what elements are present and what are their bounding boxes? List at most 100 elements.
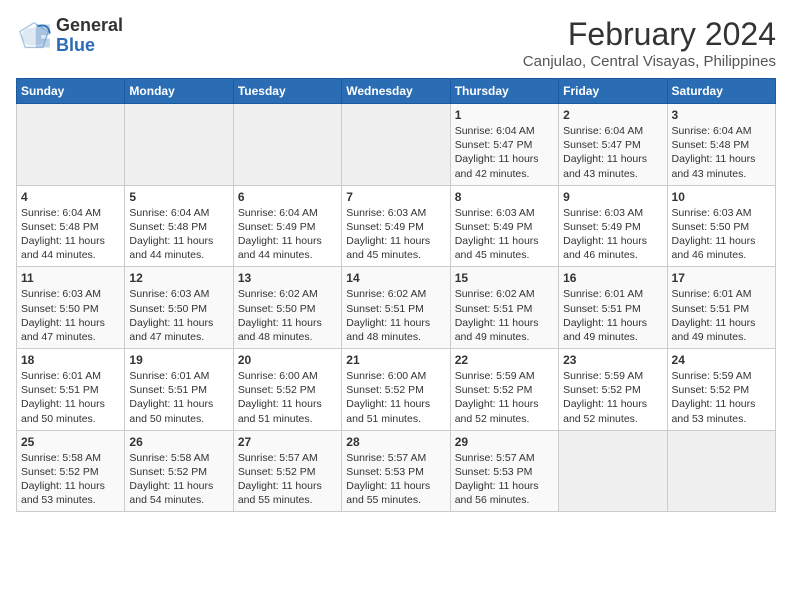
col-wednesday: Wednesday: [342, 79, 450, 104]
day-info: Sunrise: 6:04 AMSunset: 5:48 PMDaylight:…: [129, 206, 228, 263]
day-info: Sunrise: 6:01 AMSunset: 5:51 PMDaylight:…: [129, 369, 228, 426]
day-info: Sunrise: 5:58 AMSunset: 5:52 PMDaylight:…: [21, 451, 120, 508]
day-cell: 7 Sunrise: 6:03 AMSunset: 5:49 PMDaylight…: [342, 185, 450, 267]
day-cell: 8Sunrise: 6:03 AMSunset: 5:49 PMDaylight…: [450, 185, 558, 267]
main-title: February 2024: [523, 16, 776, 53]
logo-blue: Blue: [56, 35, 95, 55]
day-number: 21: [346, 353, 445, 367]
day-info: Sunrise: 6:04 AMSunset: 5:48 PMDaylight:…: [672, 124, 771, 181]
calendar: Sunday Monday Tuesday Wednesday Thursday…: [16, 78, 776, 512]
day-number: 20: [238, 353, 337, 367]
day-number: 18: [21, 353, 120, 367]
day-cell: 24Sunrise: 5:59 AMSunset: 5:52 PMDayligh…: [667, 349, 775, 431]
day-info: Sunrise: 5:57 AMSunset: 5:52 PMDaylight:…: [238, 451, 337, 508]
day-cell: 14 Sunrise: 6:02 AMSunset: 5:51 PMDayligh…: [342, 267, 450, 349]
day-number: 11: [21, 271, 120, 285]
subtitle: Canjulao, Central Visayas, Philippines: [523, 53, 776, 70]
day-cell: 12 Sunrise: 6:03 AMSunset: 5:50 PMDayligh…: [125, 267, 233, 349]
week-row-2: 11 Sunrise: 6:03 AMSunset: 5:50 PMDayligh…: [17, 267, 776, 349]
day-info: Sunrise: 5:59 AMSunset: 5:52 PMDaylight:…: [563, 369, 662, 426]
day-cell: 20 Sunrise: 6:00 AMSunset: 5:52 PMDayligh…: [233, 349, 341, 431]
day-cell: 13Sunrise: 6:02 AMSunset: 5:50 PMDayligh…: [233, 267, 341, 349]
day-number: 3: [672, 108, 771, 122]
header-row: Sunday Monday Tuesday Wednesday Thursday…: [17, 79, 776, 104]
day-info: Sunrise: 6:01 AMSunset: 5:51 PMDaylight:…: [21, 369, 120, 426]
logo: General Blue: [16, 16, 123, 56]
day-info: Sunrise: 6:02 AMSunset: 5:51 PMDaylight:…: [455, 287, 554, 344]
day-cell: 29 Sunrise: 5:57 AMSunset: 5:53 PMDayligh…: [450, 430, 558, 512]
day-number: 6: [238, 190, 337, 204]
day-cell: 4 Sunrise: 6:04 AMSunset: 5:48 PMDaylight…: [17, 185, 125, 267]
day-cell: 23 Sunrise: 5:59 AMSunset: 5:52 PMDayligh…: [559, 349, 667, 431]
day-cell: [233, 104, 341, 186]
day-number: 26: [129, 435, 228, 449]
col-saturday: Saturday: [667, 79, 775, 104]
logo-text: General Blue: [56, 16, 123, 56]
col-thursday: Thursday: [450, 79, 558, 104]
header: General Blue February 2024 Canjulao, Cen…: [16, 16, 776, 70]
day-info: Sunrise: 6:03 AMSunset: 5:50 PMDaylight:…: [129, 287, 228, 344]
day-cell: 6 Sunrise: 6:04 AMSunset: 5:49 PMDaylight…: [233, 185, 341, 267]
day-info: Sunrise: 6:02 AMSunset: 5:51 PMDaylight:…: [346, 287, 445, 344]
day-cell: [559, 430, 667, 512]
day-info: Sunrise: 5:57 AMSunset: 5:53 PMDaylight:…: [455, 451, 554, 508]
day-info: Sunrise: 5:58 AMSunset: 5:52 PMDaylight:…: [129, 451, 228, 508]
day-cell: 9Sunrise: 6:03 AMSunset: 5:49 PMDaylight…: [559, 185, 667, 267]
day-number: 25: [21, 435, 120, 449]
day-info: Sunrise: 6:03 AMSunset: 5:50 PMDaylight:…: [21, 287, 120, 344]
col-tuesday: Tuesday: [233, 79, 341, 104]
day-number: 15: [455, 271, 554, 285]
day-info: Sunrise: 5:57 AMSunset: 5:53 PMDaylight:…: [346, 451, 445, 508]
logo-icon: [16, 21, 52, 51]
day-info: Sunrise: 6:01 AMSunset: 5:51 PMDaylight:…: [563, 287, 662, 344]
day-number: 10: [672, 190, 771, 204]
day-cell: 25 Sunrise: 5:58 AMSunset: 5:52 PMDayligh…: [17, 430, 125, 512]
day-info: Sunrise: 6:03 AMSunset: 5:49 PMDaylight:…: [346, 206, 445, 263]
day-number: 28: [346, 435, 445, 449]
day-cell: 15 Sunrise: 6:02 AMSunset: 5:51 PMDayligh…: [450, 267, 558, 349]
col-sunday: Sunday: [17, 79, 125, 104]
day-cell: 3 Sunrise: 6:04 AMSunset: 5:48 PMDaylight…: [667, 104, 775, 186]
day-number: 8: [455, 190, 554, 204]
day-cell: [125, 104, 233, 186]
day-number: 19: [129, 353, 228, 367]
day-number: 12: [129, 271, 228, 285]
day-cell: [667, 430, 775, 512]
week-row-0: 1 Sunrise: 6:04 AMSunset: 5:47 PMDaylight…: [17, 104, 776, 186]
day-number: 22: [455, 353, 554, 367]
week-row-1: 4 Sunrise: 6:04 AMSunset: 5:48 PMDaylight…: [17, 185, 776, 267]
day-number: 14: [346, 271, 445, 285]
title-area: February 2024 Canjulao, Central Visayas,…: [523, 16, 776, 70]
day-cell: 17Sunrise: 6:01 AMSunset: 5:51 PMDayligh…: [667, 267, 775, 349]
day-number: 7: [346, 190, 445, 204]
day-number: 16: [563, 271, 662, 285]
day-cell: [17, 104, 125, 186]
day-number: 4: [21, 190, 120, 204]
day-info: Sunrise: 6:04 AMSunset: 5:49 PMDaylight:…: [238, 206, 337, 263]
week-row-4: 25 Sunrise: 5:58 AMSunset: 5:52 PMDayligh…: [17, 430, 776, 512]
day-info: Sunrise: 6:03 AMSunset: 5:50 PMDaylight:…: [672, 206, 771, 263]
day-number: 5: [129, 190, 228, 204]
day-info: Sunrise: 6:00 AMSunset: 5:52 PMDaylight:…: [238, 369, 337, 426]
day-number: 1: [455, 108, 554, 122]
day-cell: 18 Sunrise: 6:01 AMSunset: 5:51 PMDayligh…: [17, 349, 125, 431]
day-cell: 28 Sunrise: 5:57 AMSunset: 5:53 PMDayligh…: [342, 430, 450, 512]
col-friday: Friday: [559, 79, 667, 104]
day-cell: 11 Sunrise: 6:03 AMSunset: 5:50 PMDayligh…: [17, 267, 125, 349]
day-number: 29: [455, 435, 554, 449]
day-number: 27: [238, 435, 337, 449]
day-cell: 16 Sunrise: 6:01 AMSunset: 5:51 PMDayligh…: [559, 267, 667, 349]
day-cell: 1 Sunrise: 6:04 AMSunset: 5:47 PMDaylight…: [450, 104, 558, 186]
day-info: Sunrise: 6:04 AMSunset: 5:47 PMDaylight:…: [455, 124, 554, 181]
day-info: Sunrise: 6:04 AMSunset: 5:48 PMDaylight:…: [21, 206, 120, 263]
day-cell: 22 Sunrise: 5:59 AMSunset: 5:52 PMDayligh…: [450, 349, 558, 431]
logo-general: General: [56, 15, 123, 35]
day-number: 23: [563, 353, 662, 367]
day-info: Sunrise: 5:59 AMSunset: 5:52 PMDaylight:…: [455, 369, 554, 426]
day-cell: 5 Sunrise: 6:04 AMSunset: 5:48 PMDaylight…: [125, 185, 233, 267]
day-number: 24: [672, 353, 771, 367]
day-number: 13: [238, 271, 337, 285]
day-number: 9: [563, 190, 662, 204]
day-cell: 27 Sunrise: 5:57 AMSunset: 5:52 PMDayligh…: [233, 430, 341, 512]
day-number: 2: [563, 108, 662, 122]
